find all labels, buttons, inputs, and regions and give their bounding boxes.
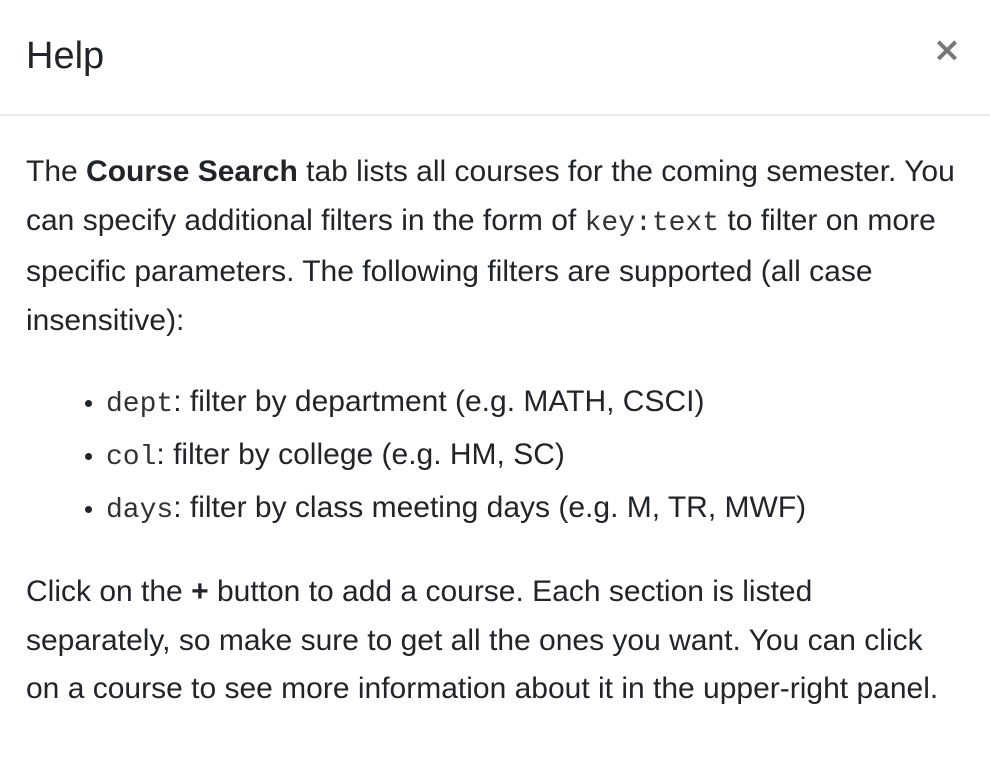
close-button[interactable]: × <box>932 30 962 70</box>
intro-paragraph: The Course Search tab lists all courses … <box>26 148 964 345</box>
dialog-header: Help × <box>0 0 990 116</box>
filter-syntax-code: key:text <box>584 207 720 239</box>
plus-symbol: + <box>191 575 209 608</box>
filter-item-days: days: filter by class meeting days (e.g.… <box>106 483 964 536</box>
filter-description: : filter by department (e.g. MATH, CSCI) <box>173 385 705 418</box>
dialog-body: The Course Search tab lists all courses … <box>0 116 990 714</box>
filter-key: days <box>106 495 174 526</box>
filter-key: col <box>106 442 157 473</box>
help-dialog: Help × The Course Search tab lists all c… <box>0 0 990 774</box>
filter-key: dept <box>106 389 174 420</box>
intro-text-1: The <box>26 155 87 188</box>
dialog-title: Help <box>26 35 105 77</box>
outro-paragraph: Click on the + button to add a course. E… <box>26 568 964 714</box>
filter-item-dept: dept: filter by department (e.g. MATH, C… <box>106 377 964 430</box>
course-search-tab-name: Course Search <box>86 155 298 188</box>
filter-description: : filter by class meeting days (e.g. M, … <box>173 491 807 524</box>
filter-list: dept: filter by department (e.g. MATH, C… <box>26 377 964 536</box>
outro-text-1: Click on the <box>26 575 192 608</box>
filter-description: : filter by college (e.g. HM, SC) <box>156 438 565 471</box>
filter-item-col: col: filter by college (e.g. HM, SC) <box>106 430 964 483</box>
